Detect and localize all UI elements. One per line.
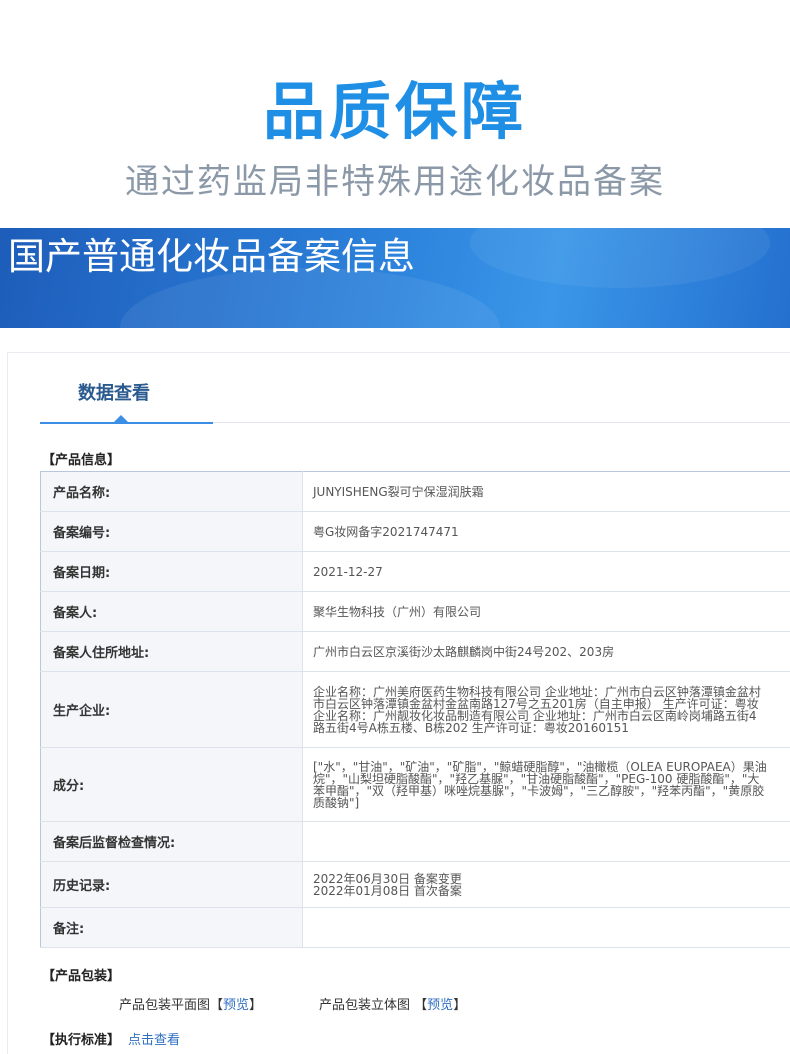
row-value-line: 粤G妆网备字2021747471 [313, 523, 790, 540]
package-solid-label: 产品包装立体图 [319, 998, 410, 1013]
row-label: 备案人住所地址: [41, 632, 303, 672]
tab-divider [213, 422, 790, 423]
package-solid-preview-link[interactable]: 预览 [427, 998, 453, 1013]
product-info-table: 产品名称: JUNYISHENG裂可宁保湿润肤霜备案编号: 粤G妆网备字202174… [40, 471, 790, 948]
row-value-line: 苯甲酯"，"双（羟甲基）咪唑烷基脲"，"卡波姆"，"三乙醇胺"，"羟苯丙酯"，"… [313, 785, 790, 797]
table-row: 生产企业:企业名称：广州美府医药生物科技有限公司 企业地址：广州市白云区钟落潭镇… [41, 672, 790, 748]
row-value: ["水"，"甘油"，"矿油"，"矿脂"，"鲸蜡硬脂醇"，"油橄榄（OLEA EU… [303, 748, 790, 822]
row-value-line: 2021-12-27 [313, 565, 790, 579]
banner-decoration [470, 228, 770, 288]
row-label: 产品名称: [41, 472, 303, 512]
standard-heading: 【执行标准】 [42, 1032, 120, 1050]
row-value-line: 路五街4号A栋五楼、B栋202 生产许可证：粤妆20160151 [313, 722, 790, 734]
row-label: 历史记录: [41, 862, 303, 908]
row-value: 2022年06月30日 备案变更2022年01月08日 首次备案 [303, 862, 790, 908]
table-row: 备注: [41, 908, 790, 948]
table-row: 历史记录:2022年06月30日 备案变更2022年01月08日 首次备案 [41, 862, 790, 908]
row-value-line: JUNYISHENG裂可宁保湿润肤霜 [313, 483, 790, 500]
banner: 国产普通化妆品备案信息 [0, 228, 790, 328]
row-value-line: 烷"，"山梨坦硬脂酸酯"，"羟乙基脲"，"甘油硬脂酸酯"，"PEG-100 硬脂… [313, 773, 790, 785]
table-row: 产品名称: JUNYISHENG裂可宁保湿润肤霜 [41, 472, 790, 512]
row-value-line: 质酸钠"] [313, 797, 790, 809]
row-value: 2021-12-27 [303, 552, 790, 592]
row-value-line: 广州市白云区京溪街沙太路麒麟岗中街24号202、203房 [313, 643, 790, 660]
row-value: 粤G妆网备字2021747471 [303, 512, 790, 552]
row-label: 备案日期: [41, 552, 303, 592]
package-plan-label: 产品包装平面图 [119, 998, 210, 1013]
table-row: 备案后监督检查情况: [41, 822, 790, 862]
row-label: 备案人: [41, 592, 303, 632]
table-row: 成分: ["水"，"甘油"，"矿油"，"矿脂"，"鲸蜡硬脂醇"，"油橄榄（OLEA… [41, 748, 790, 822]
table-row: 备案日期: 2021-12-27 [41, 552, 790, 592]
tab-active-underline [40, 422, 213, 424]
bracket-open: 【 [414, 998, 427, 1013]
table-row: 备案编号: 粤G妆网备字2021747471 [41, 512, 790, 552]
hero-subtitle: 通过药监局非特殊用途化妆品备案 [0, 158, 790, 206]
row-value [303, 822, 790, 862]
tab-active-caret-icon [114, 415, 128, 422]
bracket-open: 【 [210, 998, 223, 1013]
bracket-close: 】 [249, 998, 262, 1013]
hero-title: 品质保障 [0, 70, 790, 154]
tab-data-view[interactable]: 数据查看 [78, 382, 150, 406]
table-row: 备案人住所地址: 广州市白云区京溪街沙太路麒麟岗中街24号202、203房 [41, 632, 790, 672]
row-label: 生产企业: [41, 672, 303, 748]
row-value: JUNYISHENG裂可宁保湿润肤霜 [303, 472, 790, 512]
row-value: 聚华生物科技（广州）有限公司 [303, 592, 790, 632]
row-value-line: 市白云区钟落潭镇金盆村金盆南路127号之五201房（自主申报） 生产许可证：粤妆 [313, 698, 790, 710]
row-label: 备注: [41, 908, 303, 948]
row-value: 企业名称：广州美府医药生物科技有限公司 企业地址：广州市白云区钟落潭镇金盆村市白… [303, 672, 790, 748]
row-value-line: 2022年01月08日 首次备案 [313, 885, 790, 897]
row-value-line: 企业名称：广州靓妆化妆品制造有限公司 企业地址：广州市白云区南岭岗埔路五街4 [313, 710, 790, 722]
package-plan-preview-link[interactable]: 预览 [223, 998, 249, 1013]
package-plan-row: 产品包装平面图【预览】 [119, 997, 262, 1015]
row-value [303, 908, 790, 948]
product-info-heading: 【产品信息】 [42, 452, 120, 470]
row-label: 备案后监督检查情况: [41, 822, 303, 862]
standard-view-link[interactable]: 点击查看 [128, 1032, 180, 1050]
bracket-close: 】 [453, 998, 466, 1013]
packaging-heading: 【产品包装】 [42, 968, 120, 986]
row-value-line: ["水"，"甘油"，"矿油"，"矿脂"，"鲸蜡硬脂醇"，"油橄榄（OLEA EU… [313, 761, 790, 773]
row-label: 备案编号: [41, 512, 303, 552]
row-value-line: 聚华生物科技（广州）有限公司 [313, 603, 790, 620]
table-row: 备案人: 聚华生物科技（广州）有限公司 [41, 592, 790, 632]
package-solid-row: 产品包装立体图 【预览】 [319, 997, 466, 1015]
row-value-line: 2022年06月30日 备案变更 [313, 873, 790, 885]
row-value: 广州市白云区京溪街沙太路麒麟岗中街24号202、203房 [303, 632, 790, 672]
banner-title: 国产普通化妆品备案信息 [8, 232, 415, 282]
row-label: 成分: [41, 748, 303, 822]
row-value-line: 企业名称：广州美府医药生物科技有限公司 企业地址：广州市白云区钟落潭镇金盆村 [313, 686, 790, 698]
